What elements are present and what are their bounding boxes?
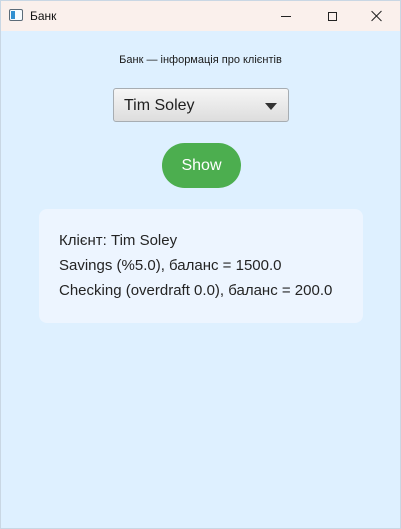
app-window-icon bbox=[9, 9, 23, 21]
title-bar[interactable]: Банк bbox=[1, 1, 400, 31]
window-title: Банк bbox=[30, 9, 57, 23]
minimize-button[interactable] bbox=[263, 1, 309, 31]
chevron-down-icon bbox=[265, 103, 277, 110]
minimize-icon bbox=[281, 15, 291, 17]
maximize-icon bbox=[327, 11, 337, 21]
client-select[interactable]: Tim Soley bbox=[113, 88, 289, 122]
checking-account-text: Checking (overdraft 0.0), баланс = 200.0 bbox=[59, 282, 333, 299]
show-button[interactable]: Show bbox=[162, 143, 241, 188]
close-button[interactable] bbox=[354, 1, 400, 31]
close-icon bbox=[371, 10, 383, 22]
page-heading: Банк — інформація про клієнтів bbox=[119, 54, 282, 66]
client-select-value: Tim Soley bbox=[124, 97, 195, 114]
client-name-text: Клієнт: Tim Soley bbox=[59, 232, 178, 249]
maximize-button[interactable] bbox=[309, 1, 355, 31]
client-info-panel: Клієнт: Tim Soley Savings (%5.0), баланс… bbox=[39, 209, 363, 323]
app-window: Банк Банк — інформація про клієнтів Tim … bbox=[0, 0, 401, 529]
savings-account-text: Savings (%5.0), баланс = 1500.0 bbox=[59, 257, 282, 274]
